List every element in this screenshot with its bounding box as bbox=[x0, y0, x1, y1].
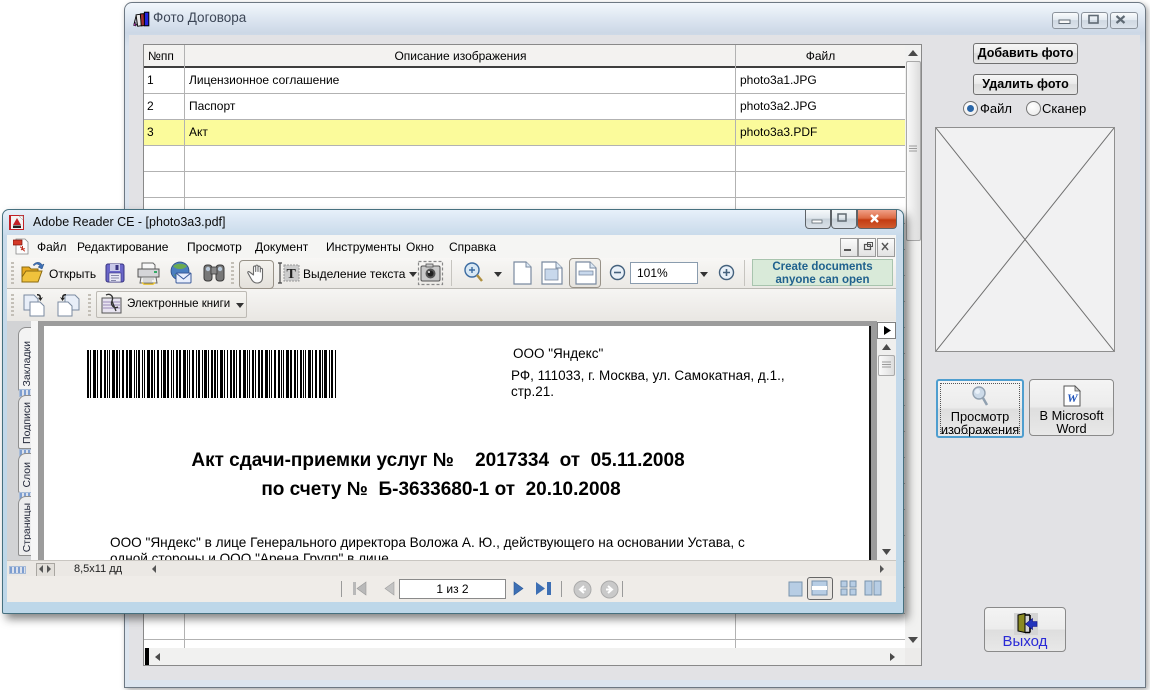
svg-text:W: W bbox=[1067, 391, 1079, 405]
svg-text:T: T bbox=[287, 267, 297, 282]
